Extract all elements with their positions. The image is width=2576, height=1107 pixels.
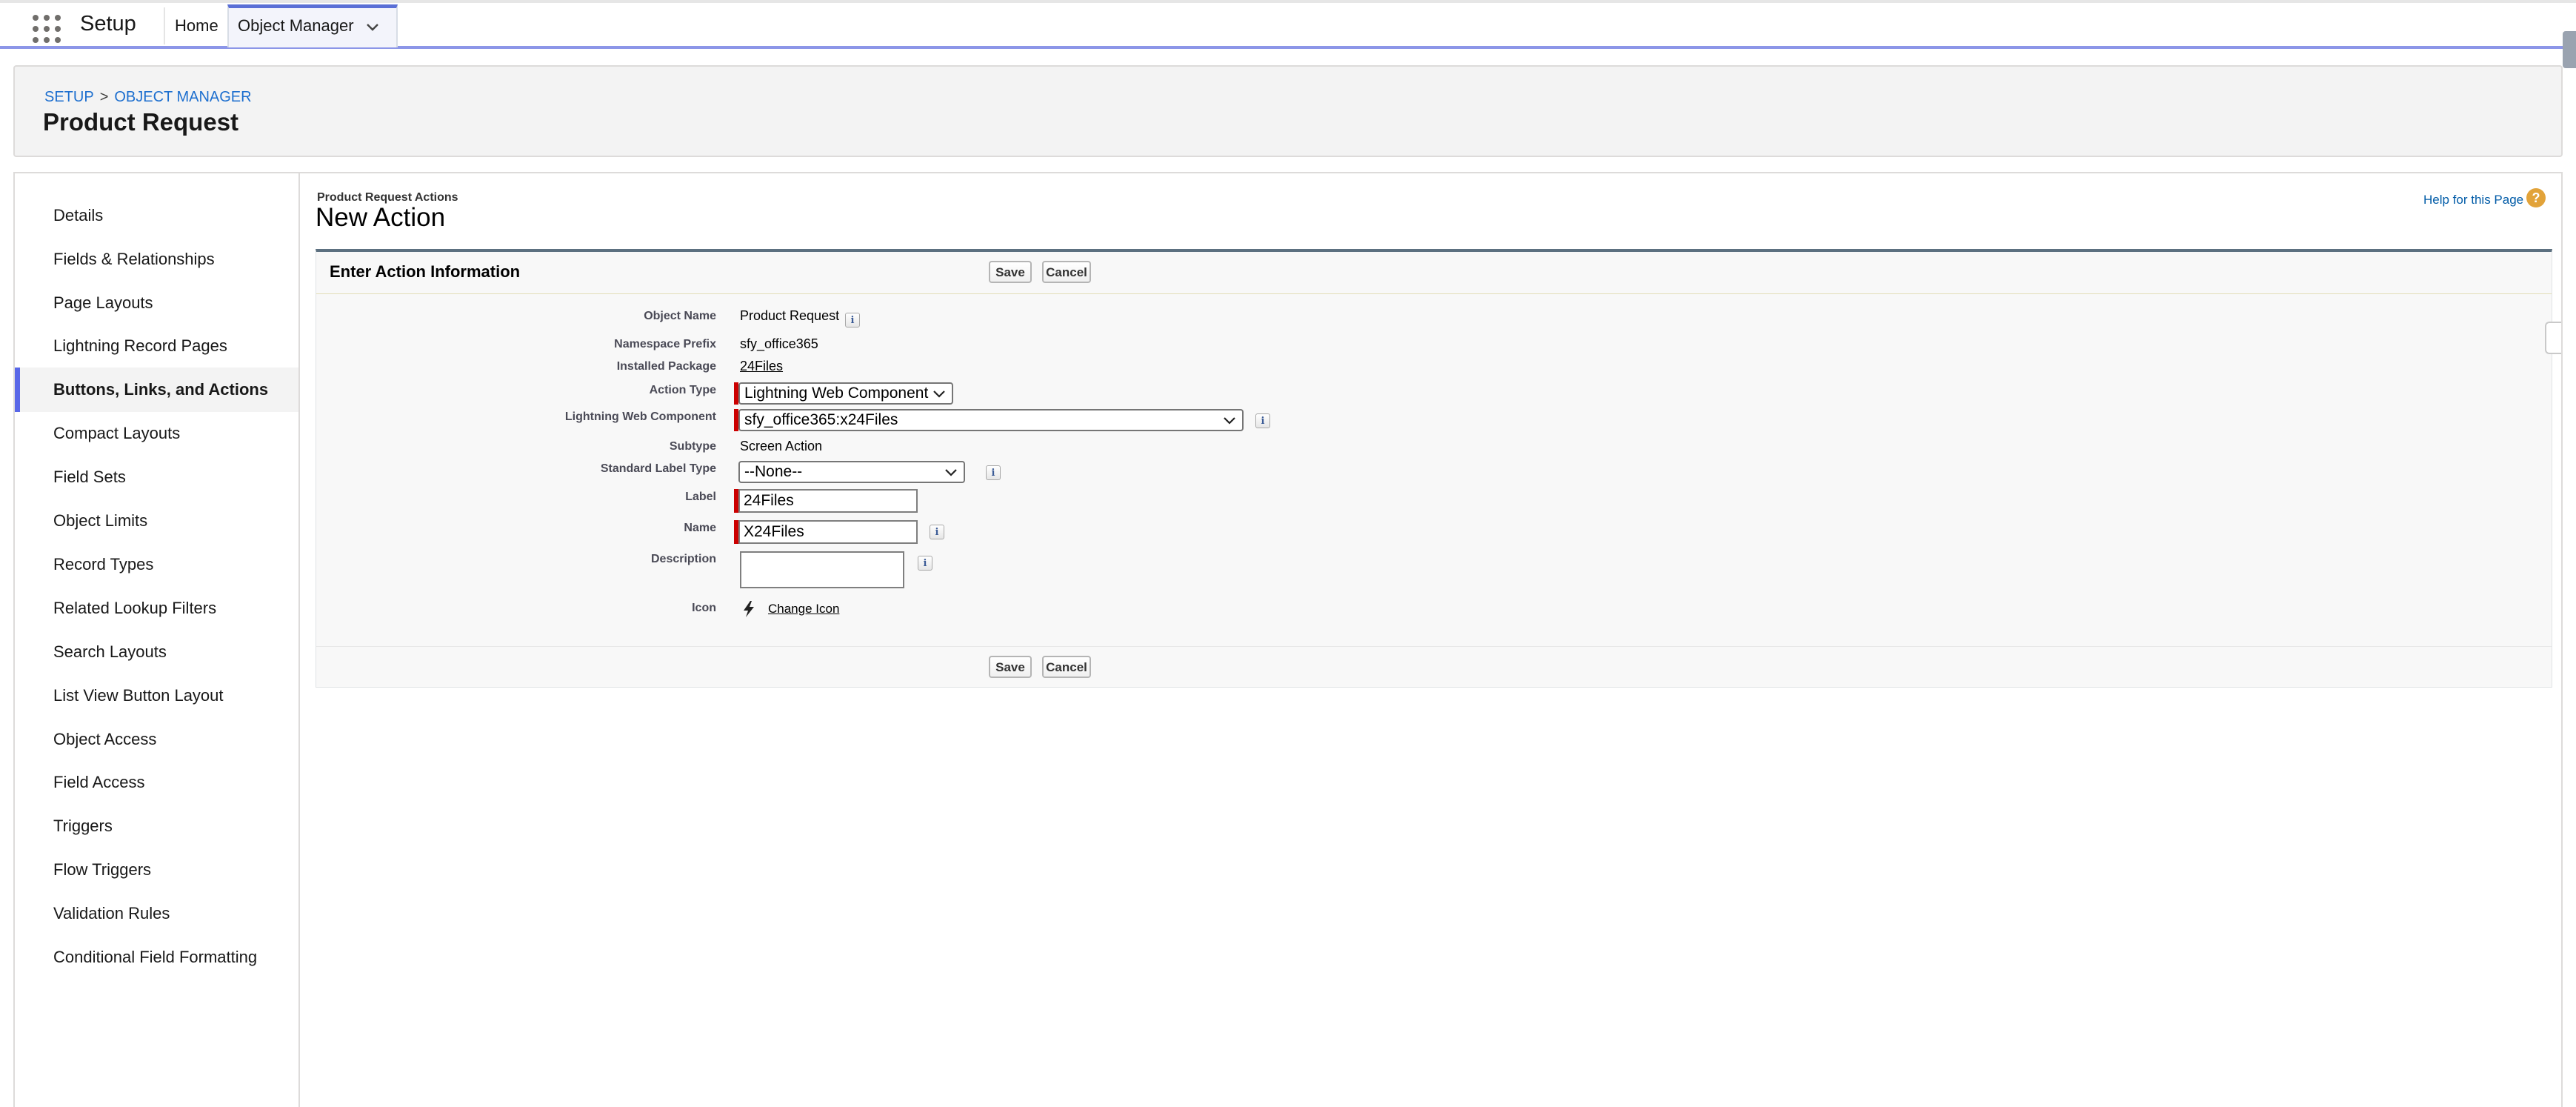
cancel-button-top[interactable]: Cancel [1042,261,1091,283]
nav-object-manager-label: Object Manager [238,16,354,35]
page-header: SETUP > OBJECT MANAGER Product Request [13,65,2563,157]
sidebar-item-page-layouts[interactable]: Page Layouts [15,283,298,323]
label-field-label: Label [685,491,716,503]
sidebar: Details Fields & Relationships Page Layo… [15,173,300,1107]
object-name-label: Object Name [644,310,716,322]
sidebar-item-field-sets[interactable]: Field Sets [15,457,298,497]
side-panel-toggle[interactable] [2545,322,2561,354]
info-icon[interactable]: i [845,313,860,328]
breadcrumb: SETUP > OBJECT MANAGER [44,89,252,106]
lwc-label: Lightning Web Component [564,410,716,423]
sidebar-item-triggers[interactable]: Triggers [15,806,298,846]
sidebar-item-related-lookup-filters[interactable]: Related Lookup Filters [15,588,298,628]
sidebar-item-flow-triggers[interactable]: Flow Triggers [15,850,298,890]
sidebar-item-validation-rules[interactable]: Validation Rules [15,894,298,934]
sidebar-item-object-limits[interactable]: Object Limits [15,501,298,541]
help-icon[interactable]: ? [2526,188,2546,207]
save-button-top[interactable]: Save [989,261,1032,283]
block-title: Enter Action Information [330,262,521,281]
chevron-down-icon [945,469,957,476]
sidebar-item-lightning-record-pages[interactable]: Lightning Record Pages [15,326,298,366]
section-title: New Action [316,203,446,232]
lwc-select[interactable]: sfy_office365:x24Files [738,409,1244,431]
block-footer: Save Cancel [316,646,2552,690]
namespace-prefix-label: Namespace Prefix [614,338,716,350]
global-header: Setup Home Object Manager [0,0,2576,49]
page-title: Product Request [43,108,239,136]
info-icon[interactable]: i [986,465,1001,480]
app-launcher-icon[interactable] [33,15,61,43]
sidebar-item-record-types[interactable]: Record Types [15,545,298,585]
sidebar-item-list-view-button-layout[interactable]: List View Button Layout [15,676,298,716]
app-name: Setup [80,12,136,36]
save-button-bottom[interactable]: Save [989,656,1032,678]
lightning-bolt-icon [744,601,754,617]
breadcrumb-object-manager-link[interactable]: OBJECT MANAGER [114,89,251,105]
lwc-selected: sfy_office365:x24Files [744,411,898,428]
standard-label-type-label: Standard Label Type [600,462,716,475]
change-icon-link[interactable]: Change Icon [768,602,839,616]
sidebar-item-fields-relationships[interactable]: Fields & Relationships [15,239,298,279]
chevron-down-icon [933,390,945,398]
icon-label: Icon [692,602,716,614]
chevron-down-icon[interactable] [364,19,381,35]
description-textarea[interactable] [740,551,904,588]
subtype-label: Subtype [669,440,716,453]
help-link[interactable]: Help for this Page [2423,193,2523,207]
action-type-selected: Lightning Web Component [744,385,929,402]
breadcrumb-setup-link[interactable]: SETUP [44,89,94,105]
info-icon[interactable]: i [918,556,932,571]
installed-package-link[interactable]: 24Files [740,359,783,374]
header-divider [164,7,165,44]
namespace-prefix-value: sfy_office365 [740,336,818,351]
object-name-value: Product Request [740,308,840,323]
scrollbar-handle[interactable] [2563,31,2576,68]
info-icon[interactable]: i [930,525,944,539]
name-field-label: Name [684,522,716,534]
sidebar-item-conditional-field-formatting[interactable]: Conditional Field Formatting [15,937,298,977]
nav-home-tab[interactable]: Home [175,16,218,36]
sidebar-item-field-access[interactable]: Field Access [15,762,298,802]
breadcrumb-separator: > [99,89,109,105]
sidebar-item-buttons-links-actions[interactable]: Buttons, Links, and Actions [15,368,298,412]
block-header: Enter Action Information Save Cancel [316,252,2552,294]
standard-label-type-select[interactable]: --None-- [738,461,965,483]
standard-label-type-selected: --None-- [744,463,803,480]
action-info-block: Enter Action Information Save Cancel Obj… [316,249,2552,688]
action-type-label: Action Type [649,384,716,396]
info-icon[interactable]: i [1255,413,1270,428]
cancel-button-bottom[interactable]: Cancel [1042,656,1091,678]
sidebar-item-compact-layouts[interactable]: Compact Layouts [15,413,298,453]
action-type-select[interactable]: Lightning Web Component [738,382,953,405]
chevron-down-icon [1224,417,1235,425]
sidebar-item-search-layouts[interactable]: Search Layouts [15,632,298,672]
name-input[interactable]: X24Files [738,520,918,544]
label-input[interactable]: 24Files [738,489,918,513]
sidebar-item-details[interactable]: Details [15,196,298,236]
main-container: Details Fields & Relationships Page Layo… [13,172,2563,1107]
nav-object-manager-tab[interactable]: Object Manager [227,4,398,47]
subtype-value: Screen Action [740,439,823,453]
installed-package-label: Installed Package [616,360,716,373]
description-label: Description [650,553,716,565]
sidebar-item-object-access[interactable]: Object Access [15,719,298,759]
